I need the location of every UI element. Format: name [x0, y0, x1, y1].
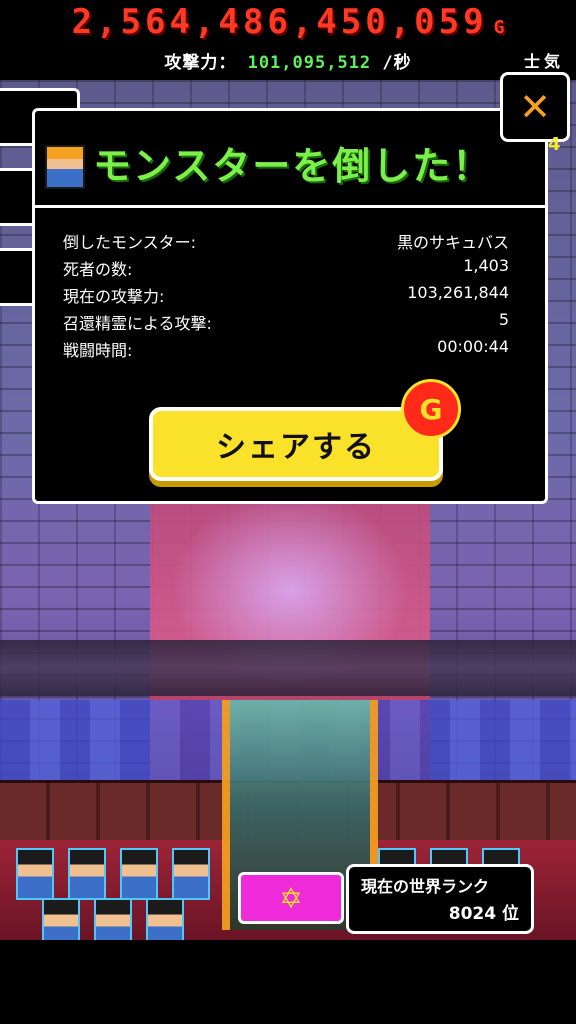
attack-label: 攻撃力：: [164, 53, 237, 73]
soldier-sprite: [70, 850, 104, 898]
soldier-sprite: [18, 850, 52, 898]
soldier-sprite: [148, 900, 182, 940]
castle-ledge: [0, 640, 576, 696]
soldier-sprite: [174, 850, 208, 898]
gold-value: 2,564,486,450,059: [71, 2, 488, 42]
attack-rate: 攻撃力： 101,095,512 /秒: [0, 48, 576, 73]
gold-counter: 2,564,486,450,059 G: [0, 2, 576, 42]
stat-value: 00:00:44: [437, 337, 509, 356]
stat-label: 倒したモンスター:: [63, 233, 197, 252]
stat-value: 1,403: [463, 256, 509, 275]
bottom-bar: [0, 940, 576, 1024]
stat-label: 戦闘時間:: [63, 341, 133, 360]
hexagram-icon: ✡: [279, 881, 303, 915]
soldier-sprite: [44, 900, 78, 940]
side-counter: 4: [548, 134, 561, 155]
hero-icon: [45, 145, 85, 189]
world-rank-label: 現在の世界ランク: [361, 877, 490, 896]
gold-unit: G: [493, 17, 505, 38]
battle-stats: 倒したモンスター: 黒のサキュバス 死者の数: 1,403 現在の攻撃力: 10…: [63, 229, 509, 364]
stat-row: 召還精霊による攻撃: 5: [63, 310, 509, 337]
stat-row: 現在の攻撃力: 103,261,844: [63, 283, 509, 310]
soldier-sprite: [96, 900, 130, 940]
stat-value: 黒のサキュバス: [396, 233, 509, 252]
stat-label: 死者の数:: [63, 260, 133, 279]
stat-value: 103,261,844: [407, 283, 509, 302]
attack-value: 101,095,512: [247, 53, 372, 73]
close-button[interactable]: ✕: [500, 72, 570, 142]
dialog-title: モンスターを倒した！: [93, 144, 493, 188]
monster-defeated-dialog: モンスターを倒した！ 倒したモンスター: 黒のサキュバス 死者の数: 1,403…: [32, 108, 548, 504]
share-button[interactable]: シェアする: [149, 407, 443, 481]
top-hud: 2,564,486,450,059 G 攻撃力： 101,095,512 /秒 士…: [0, 0, 576, 80]
close-icon: ✕: [519, 85, 551, 129]
stat-value: 5: [498, 310, 509, 329]
world-rank-value: 8024 位: [448, 904, 519, 924]
gold-badge-icon: G: [401, 379, 461, 439]
stat-label: 現在の攻撃力:: [63, 287, 165, 306]
morale-label: 士気: [523, 52, 564, 71]
summon-emblem-button[interactable]: ✡: [238, 872, 344, 924]
stat-row: 戦闘時間: 00:00:44: [63, 337, 509, 364]
attack-unit: /秒: [382, 53, 412, 73]
soldier-sprite: [122, 850, 156, 898]
stat-label: 召還精霊による攻撃:: [63, 314, 212, 333]
stat-row: 死者の数: 1,403: [63, 256, 509, 283]
world-rank-panel[interactable]: 現在の世界ランク 8024 位: [346, 864, 534, 934]
dialog-header: モンスターを倒した！: [35, 111, 545, 208]
stat-row: 倒したモンスター: 黒のサキュバス: [63, 229, 509, 256]
